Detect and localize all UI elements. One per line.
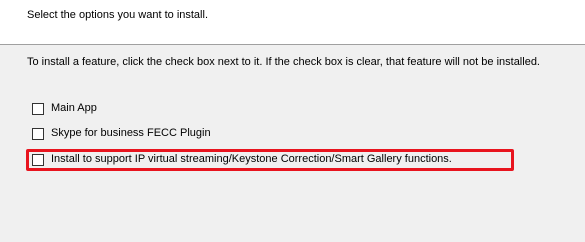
main-app-label[interactable]: Main App — [51, 101, 97, 116]
instructions-text: To install a feature, click the check bo… — [27, 56, 540, 68]
skype-fecc-plugin-label[interactable]: Skype for business FECC Plugin — [51, 126, 211, 141]
main-app-checkbox[interactable] — [32, 102, 44, 115]
dialog-header: Select the options you want to install. — [0, 0, 585, 45]
header-title: Select the options you want to install. — [27, 9, 208, 21]
skype-fecc-plugin-checkbox[interactable] — [32, 127, 44, 140]
option-main-app[interactable]: Main App — [32, 101, 97, 116]
highlight-box — [26, 149, 514, 171]
option-skype-fecc-plugin[interactable]: Skype for business FECC Plugin — [32, 126, 211, 141]
